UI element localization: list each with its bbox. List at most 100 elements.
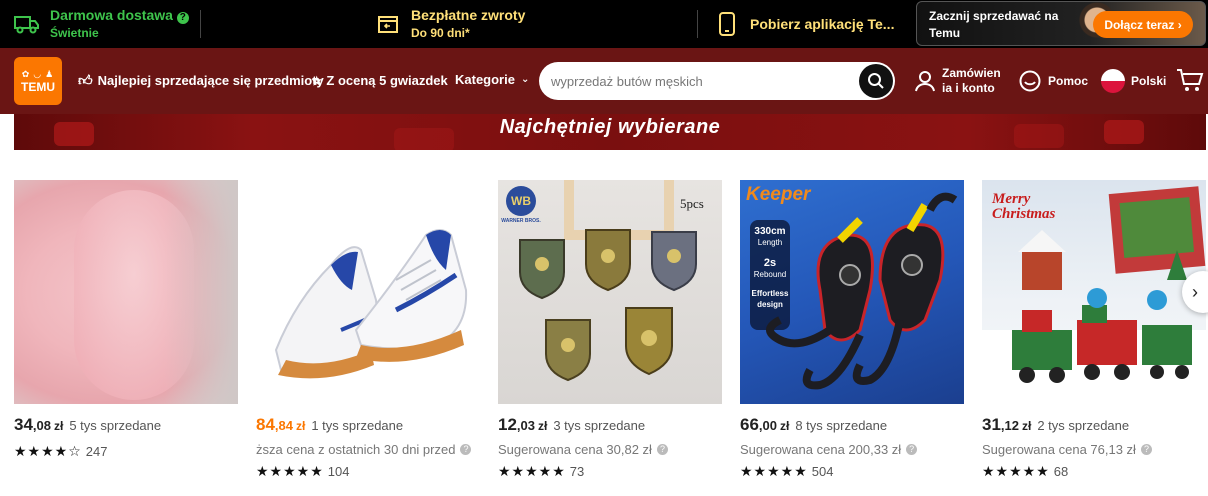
price-decimal: ,03 xyxy=(516,418,535,433)
orders-account-link[interactable]: Zamówien ia i konto xyxy=(914,48,1001,114)
price-currency: zł xyxy=(296,419,306,433)
review-count: 104 xyxy=(327,464,350,479)
review-count: 504 xyxy=(811,464,834,479)
suggested-price: Sugerowana cena 200,33 zł xyxy=(740,441,902,457)
product-image-christmas-train[interactable]: Merry Christmas xyxy=(982,180,1206,404)
info-icon[interactable]: ? xyxy=(906,443,918,455)
return-box-icon xyxy=(375,11,401,37)
price-currency: zł xyxy=(54,419,64,433)
sold-count: 1 tys sprzedane xyxy=(311,418,404,433)
product-card[interactable]: WB WARNER BROS. 5pcs 12,03 zł 3 tys sprze… xyxy=(498,180,722,480)
five-star-link[interactable]: ⭐︎ Z oceną 5 gwiazdek xyxy=(312,72,448,89)
background-shade xyxy=(164,180,238,404)
star-rating-icon: ★★★★★ xyxy=(740,463,808,479)
free-returns-sub: Do 90 dni* xyxy=(411,26,470,40)
sold-count: 3 tys sprzedane xyxy=(553,418,646,433)
seller-text-line2: Temu xyxy=(929,26,961,40)
sold-count: 8 tys sprzedane xyxy=(795,418,888,433)
promo-divider xyxy=(200,10,201,38)
product-image-ratchet-straps[interactable]: Keeper 330cm Length 2s Rebound Effortles… xyxy=(740,180,964,404)
language-selector[interactable]: Polski xyxy=(1101,48,1166,114)
review-count: 68 xyxy=(1053,464,1069,479)
check-icon: ? xyxy=(176,12,189,24)
free-returns-promo[interactable]: Bezpłatne zwroty Do 90 dni* xyxy=(375,0,525,48)
price-integer: 84 xyxy=(256,415,275,434)
search-icon xyxy=(868,73,884,89)
info-icon[interactable]: ? xyxy=(656,443,668,455)
categories-menu[interactable]: Kategorie ⌄ xyxy=(455,72,529,87)
truck-icon xyxy=(14,11,40,37)
price-row: 34,08 zł 5 tys sprzedane xyxy=(14,415,238,435)
review-count: 247 xyxy=(85,444,108,459)
main-nav: ✿ ◡ ♟ TEMU 👍︎ Najlepiej sprzedające się p… xyxy=(0,48,1208,114)
free-shipping-title: Darmowa dostawa ? xyxy=(50,6,189,24)
bestsellers-label: Najlepiej sprzedające się przedmioty xyxy=(97,73,324,88)
free-shipping-promo[interactable]: Darmowa dostawa ? Świetnie xyxy=(14,0,189,48)
suggested-price: Sugerowana cena 76,13 zł xyxy=(982,441,1136,457)
product-image-sneakers[interactable] xyxy=(256,180,480,404)
search-button[interactable] xyxy=(859,64,893,98)
sold-count: 2 tys sprzedane xyxy=(1037,418,1130,433)
user-icon xyxy=(915,71,935,92)
rating-row: ★★★★★ 73 xyxy=(498,463,722,480)
orders-label-line1: Zamówien xyxy=(942,66,1001,80)
price-currency: zł xyxy=(1022,419,1032,433)
product-card[interactable]: Keeper 330cm Length 2s Rebound Effortles… xyxy=(740,180,964,480)
cart-button[interactable] xyxy=(1176,48,1204,114)
sneakers-illustration xyxy=(274,229,468,379)
price-currency: zł xyxy=(780,419,790,433)
promo-bar: Darmowa dostawa ? Świetnie Bezpłatne zwr… xyxy=(0,0,1208,48)
app-download-promo[interactable]: Pobierz aplikację Te... xyxy=(714,0,894,48)
suggested-price-row: ższa cena z ostatnich 30 dni przed? xyxy=(256,440,480,458)
join-now-button[interactable]: Dołącz teraz › xyxy=(1093,11,1193,38)
star-rating-icon: ★★★★★ xyxy=(498,463,566,479)
free-returns-title: Bezpłatne zwroty xyxy=(411,7,526,23)
seller-text: Zacznij sprzedawać na Temu xyxy=(929,8,1058,42)
suggested-price-row: Sugerowana cena 76,13 zł? xyxy=(982,440,1206,458)
cart-icon xyxy=(1177,69,1204,91)
price-row: 12,03 zł 3 tys sprzedane xyxy=(498,415,722,435)
price-integer: 34 xyxy=(14,415,33,434)
price-decimal: ,12 xyxy=(1000,418,1019,433)
price-currency: zł xyxy=(538,419,548,433)
chevron-right-icon: › xyxy=(1177,17,1182,32)
info-icon[interactable]: ? xyxy=(1140,443,1152,455)
thumbs-up-icon: 👍︎ xyxy=(78,72,93,88)
price-integer: 66 xyxy=(740,415,759,434)
star-rating-icon: ★★★★★ xyxy=(982,463,1050,479)
price-row: 66,00 zł 8 tys sprzedane xyxy=(740,415,964,435)
ratchet-strap-illustration xyxy=(766,192,958,390)
search-input[interactable] xyxy=(551,71,851,91)
price-decimal: ,84 xyxy=(274,418,293,433)
free-shipping-sub: Świetnie xyxy=(50,26,99,40)
suggested-price: ższa cena z ostatnich 30 dni przed xyxy=(256,441,456,457)
product-image-crest-pins[interactable]: WB WARNER BROS. 5pcs xyxy=(498,180,722,404)
sold-count: 5 tys sprzedane xyxy=(69,418,162,433)
poland-flag-icon xyxy=(1101,69,1125,93)
language-label: Polski xyxy=(1131,74,1167,88)
star-rating-icon: ★★★★☆ xyxy=(14,443,82,459)
star-badge-icon: ⭐︎ xyxy=(312,72,322,88)
price-row: 84,84 zł 1 tys sprzedane xyxy=(256,415,480,435)
info-icon[interactable]: ? xyxy=(460,443,472,455)
phone-icon xyxy=(714,11,740,37)
categories-label: Kategorie xyxy=(455,72,515,87)
price-decimal: ,08 xyxy=(32,418,51,433)
product-image-sweater[interactable] xyxy=(14,180,238,404)
suggested-price-row: Sugerowana cena 30,82 zł? xyxy=(498,440,722,458)
join-now-label: Dołącz teraz xyxy=(1104,17,1175,32)
rating-row: ★★★★★ 104 xyxy=(256,463,480,480)
help-link[interactable]: Pomoc xyxy=(1018,48,1088,114)
logo-emblem-icon: ✿ ◡ ♟ xyxy=(21,68,55,79)
seller-banner[interactable]: Zacznij sprzedawać na Temu Dołącz teraz … xyxy=(916,1,1206,46)
product-card[interactable]: 34,08 zł 5 tys sprzedane ★★★★☆ 247 xyxy=(14,180,238,460)
rating-row: ★★★★☆ 247 xyxy=(14,443,238,460)
chat-support-icon xyxy=(1019,70,1041,92)
product-card[interactable]: Merry Christmas 31,12 zł 2 tys sprzedane … xyxy=(982,180,1206,480)
temu-logo[interactable]: ✿ ◡ ♟ TEMU xyxy=(14,57,62,105)
chevron-right-icon: › xyxy=(1192,281,1198,302)
crest-pins-illustration xyxy=(519,229,697,382)
christmas-train-illustration xyxy=(982,186,1206,404)
bestsellers-link[interactable]: 👍︎ Najlepiej sprzedające się przedmioty xyxy=(78,72,324,89)
product-card[interactable]: 84,84 zł 1 tys sprzedane ższa cena z osta… xyxy=(256,180,480,480)
